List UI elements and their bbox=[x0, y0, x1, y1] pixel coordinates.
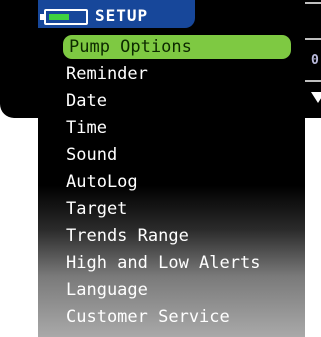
menu-item-customer-service[interactable]: Customer Service bbox=[66, 305, 230, 329]
side-panel: 0 bbox=[305, 0, 321, 118]
scroll-down-arrow-icon[interactable] bbox=[311, 92, 321, 103]
menu-item-trends-range[interactable]: Trends Range bbox=[66, 224, 189, 248]
menu-item-high-low-alerts[interactable]: High and Low Alerts bbox=[66, 251, 260, 275]
setup-menu: SETUP Pump Options Reminder Date Time So… bbox=[38, 0, 305, 337]
menu-item-target[interactable]: Target bbox=[66, 197, 127, 221]
menu-title: SETUP bbox=[95, 6, 149, 25]
divider-line bbox=[305, 2, 321, 4]
menu-item-autolog[interactable]: AutoLog bbox=[66, 170, 138, 194]
menu-item-sound[interactable]: Sound bbox=[66, 143, 117, 167]
menu-item-reminder[interactable]: Reminder bbox=[66, 62, 148, 86]
divider-line bbox=[305, 38, 321, 40]
menu-item-pump-options[interactable]: Pump Options bbox=[63, 35, 291, 59]
side-panel-value: 0 bbox=[311, 53, 319, 68]
menu-item-date[interactable]: Date bbox=[66, 89, 107, 113]
menu-item-language[interactable]: Language bbox=[66, 278, 148, 302]
menu-header: SETUP bbox=[38, 0, 195, 28]
battery-icon bbox=[40, 9, 88, 25]
divider-line bbox=[305, 80, 321, 82]
menu-item-time[interactable]: Time bbox=[66, 116, 107, 140]
